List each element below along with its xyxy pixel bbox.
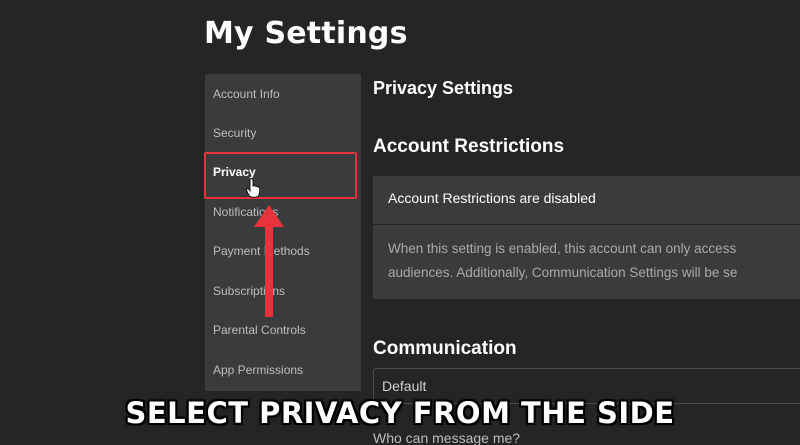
sidebar-item-label: Parental Controls <box>213 323 306 337</box>
account-restrictions-heading: Account Restrictions <box>373 136 565 157</box>
sidebar-item-label: Account Info <box>213 87 280 101</box>
account-restrictions-description: When this setting is enabled, this accou… <box>388 237 800 285</box>
privacy-settings-heading: Privacy Settings <box>373 78 514 98</box>
description-line: audiences. Additionally, Communication S… <box>388 265 738 280</box>
communication-heading: Communication <box>373 338 517 359</box>
hand-cursor-icon <box>246 178 260 198</box>
sidebar-item-label: App Permissions <box>213 363 304 377</box>
sidebar-item-app-permissions[interactable]: App Permissions <box>205 350 361 390</box>
tutorial-caption: SELECT PRIVACY FROM THE SIDE <box>125 396 675 430</box>
who-can-message-label: Who can message me? <box>373 430 521 445</box>
sidebar-item-security[interactable]: Security <box>205 113 361 153</box>
settings-page: My Settings Account Info Security Privac… <box>0 0 800 445</box>
privacy-highlight-box <box>204 152 357 199</box>
sidebar-item-account-info[interactable]: Account Info <box>205 74 361 114</box>
sidebar-item-label: Security <box>213 126 257 140</box>
settings-content: Privacy Settings Account Restrictions Ac… <box>373 0 800 445</box>
card-divider <box>373 224 800 225</box>
description-line: When this setting is enabled, this accou… <box>388 241 737 256</box>
account-restrictions-card[interactable]: Account Restrictions are disabled When t… <box>373 176 800 299</box>
communication-select-value: Default <box>382 378 427 394</box>
account-restrictions-status: Account Restrictions are disabled <box>388 190 596 206</box>
up-arrow-icon <box>254 205 284 317</box>
